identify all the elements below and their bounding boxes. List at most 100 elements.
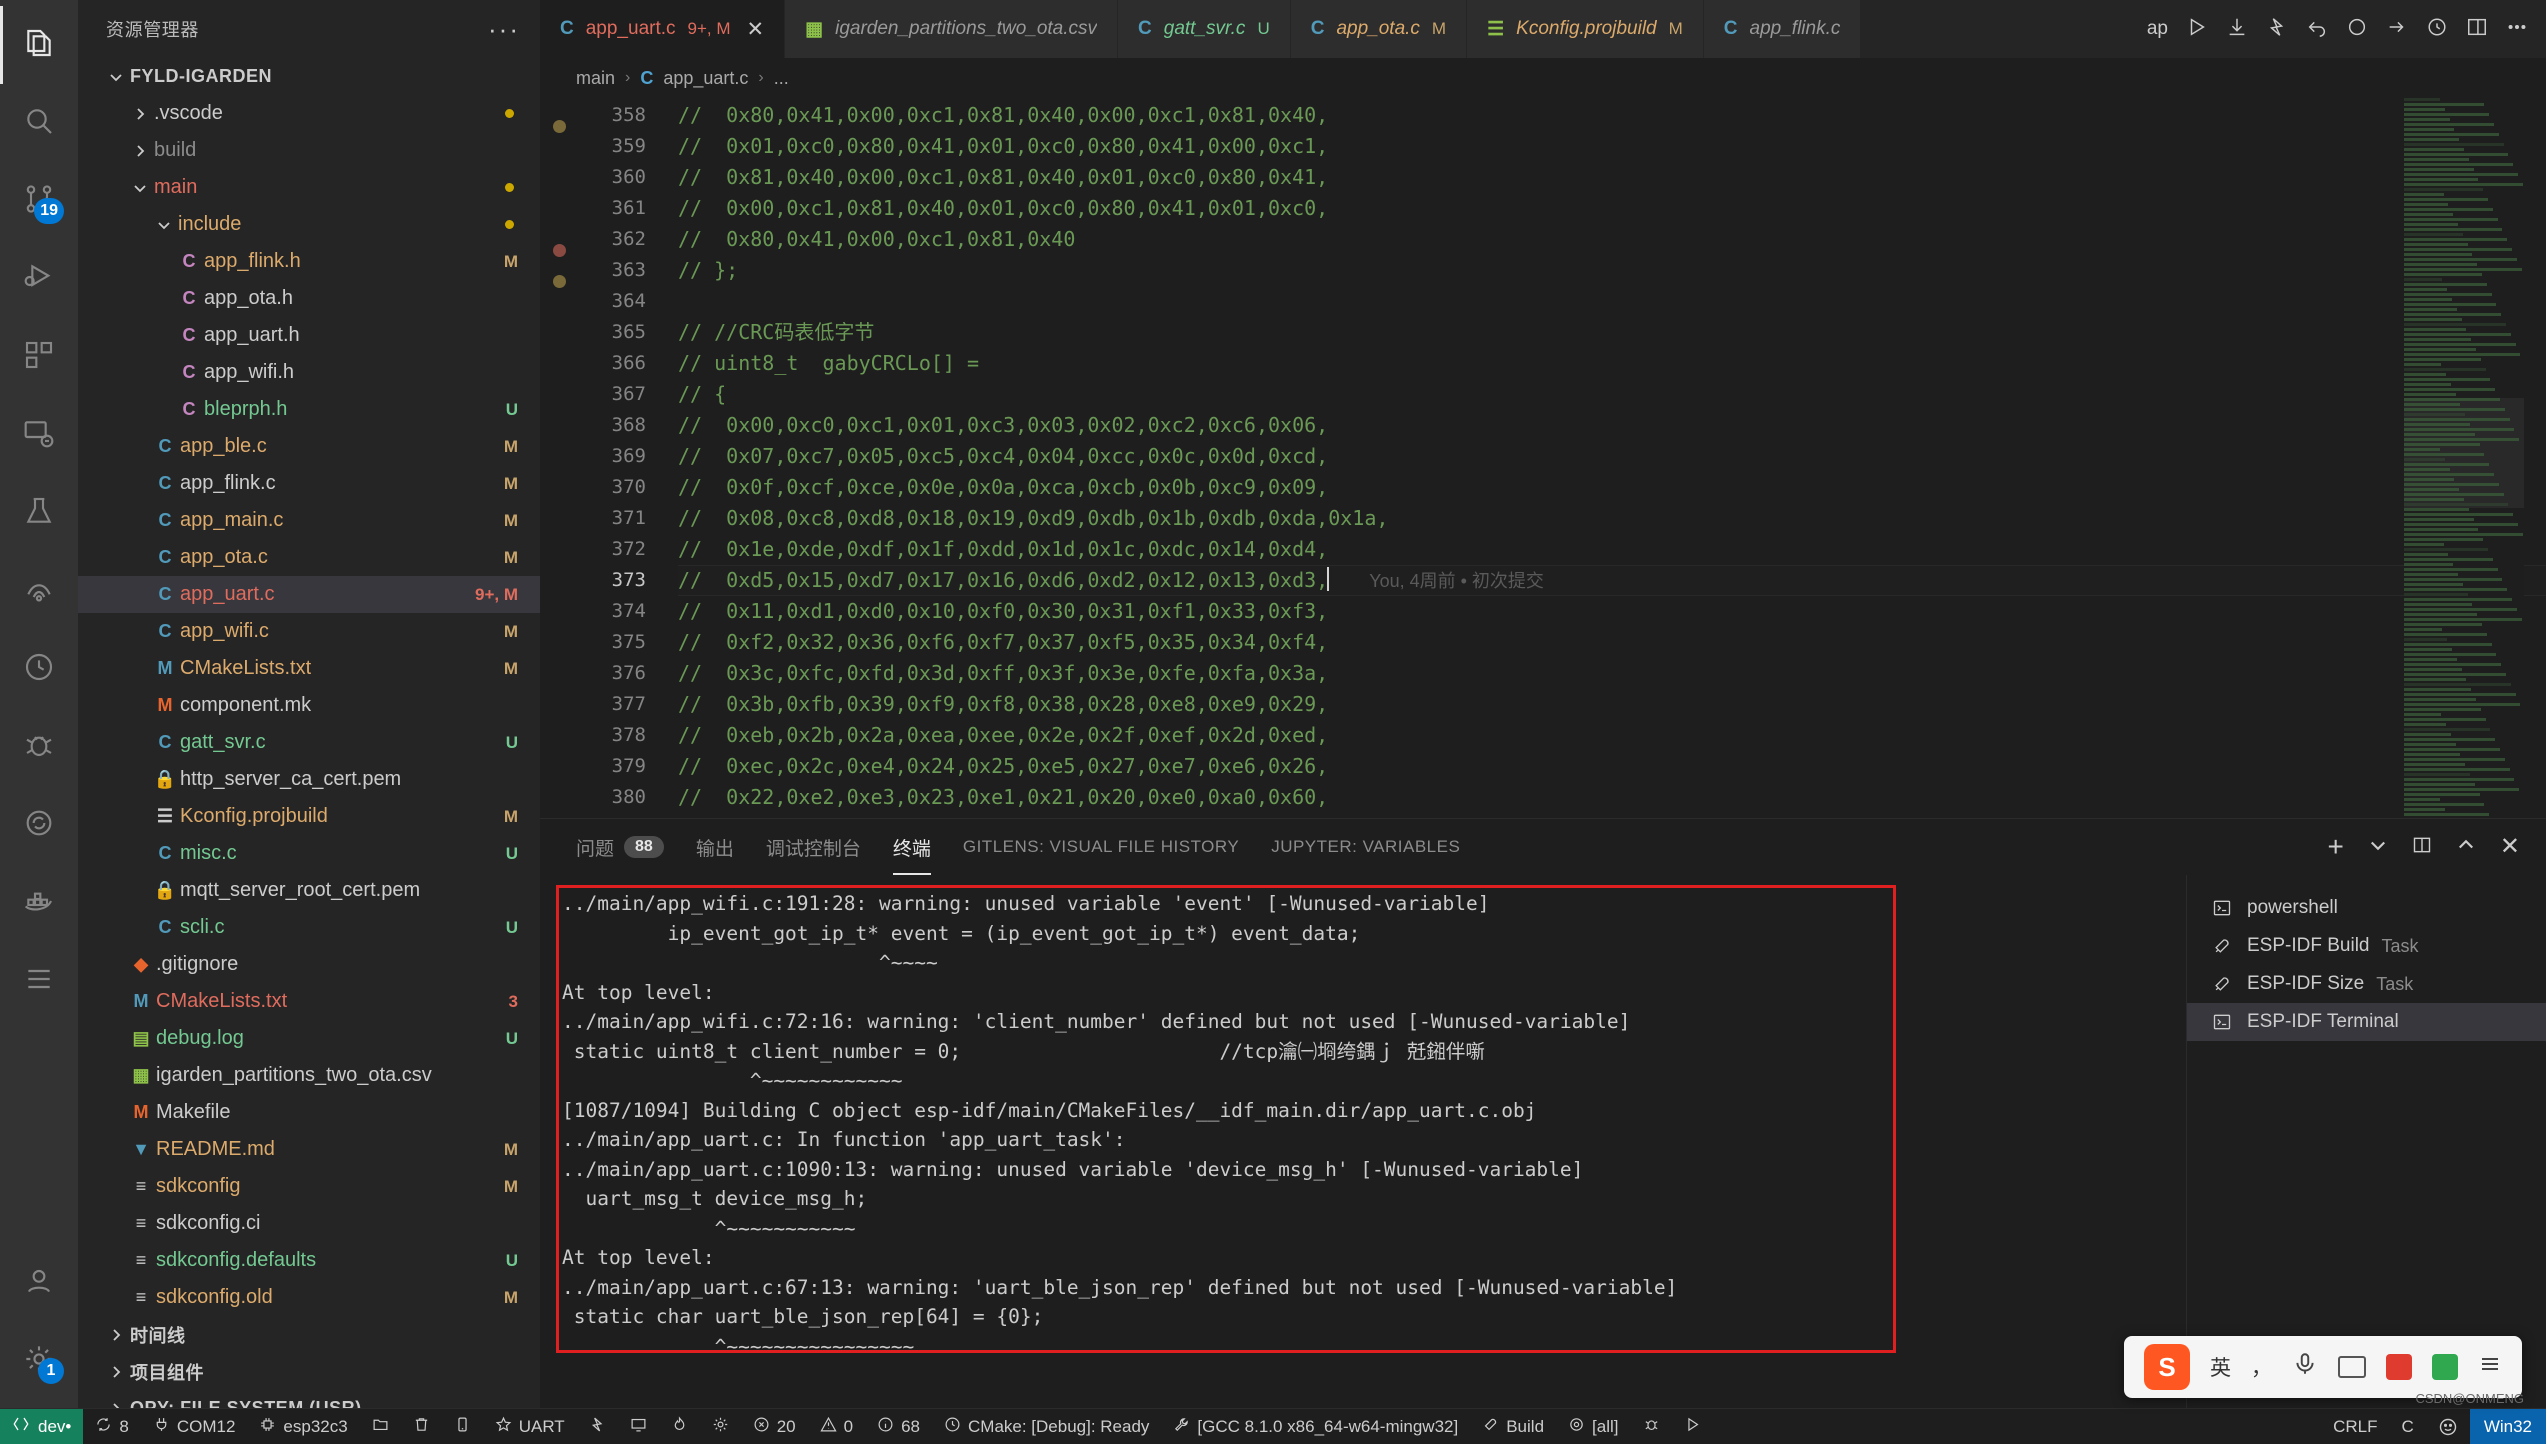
editor-tab-app-ota-c[interactable]: Capp_ota.c M [1290,0,1468,58]
code-line[interactable]: // 0x80,0x41,0x00,0xc1,0x81,0x40 [678,224,2546,255]
chevron-right-icon[interactable] [102,1327,130,1343]
code-line[interactable]: // 0x61,0xa1,0x63,0xa3,0xa2,0x62,0x66,0x… [678,813,2546,818]
code-editor[interactable]: 358 359 360 361 362 363 364 365 366 367 368 369 370 3… [540,98,2546,818]
tree-root-fyld-igarden[interactable]: FYLD-IGARDEN [78,58,540,95]
activity-item-clock[interactable] [0,630,78,708]
activity-item-source-control[interactable]: 19 [0,162,78,240]
tree-item-makefile[interactable]: M Makefile [78,1094,540,1131]
tree-item-component-mk[interactable]: Mcomponent.mk [78,687,540,724]
breadcrumb-file[interactable]: app_uart.c [663,68,748,89]
breadcrumb[interactable]: main › C app_uart.c › ... [540,58,2546,98]
status-item-20[interactable]: 20 [741,1409,808,1444]
status-item-debug-icon[interactable] [1631,1409,1672,1444]
code-line[interactable]: // 0xeb,0x2b,0x2a,0xea,0xee,0x2e,0x2f,0x… [678,720,2546,751]
keyboard-icon[interactable] [2338,1356,2366,1378]
status-language-mode[interactable]: C [2390,1409,2426,1444]
ime-language-toggle[interactable]: 英 [2210,1352,2231,1382]
tree-item-app-wifi-c[interactable]: Capp_wifi.c M [78,613,540,650]
panel-tab--[interactable]: 终端 [892,819,931,875]
activity-item-espressif[interactable] [0,552,78,630]
status-item-flash-icon[interactable] [577,1409,618,1444]
terminal-item-powershell[interactable]: powershell [2187,889,2546,927]
arrow-icon[interactable] [2386,16,2408,43]
menu-icon[interactable] [2478,1352,2502,1382]
status-item-flame-icon[interactable] [659,1409,700,1444]
tree-item-app-flink-c[interactable]: Capp_flink.c M [78,465,540,502]
tree-item-http-server-ca-cert-pem[interactable]: 🔒 http_server_ca_cert.pem [78,761,540,798]
tree-item-cmakelists-txt[interactable]: M CMakeLists.txt 3 [78,983,540,1020]
panel-tab-gitlens-visual-file-history[interactable]: GITLENS: VISUAL FILE HISTORY [963,819,1239,875]
status-item-esp32c3[interactable]: esp32c3 [247,1409,359,1444]
panel-tab--[interactable]: 问题 88 [576,819,664,875]
tree-item-bleprph-h[interactable]: Cbleprph.h U [78,391,540,428]
download-icon[interactable] [2226,16,2248,43]
editor-tab-app-flink-c[interactable]: Capp_flink.c [1703,0,1862,58]
tree-item-scli-c[interactable]: Cscli.c U [78,909,540,946]
code-line[interactable]: // 0x0f,0xcf,0xce,0x0e,0x0a,0xca,0xcb,0x… [678,472,2546,503]
status-item-build[interactable]: Build [1470,1409,1556,1444]
tree-item-app-flink-h[interactable]: Capp_flink.h M [78,243,540,280]
code-line[interactable]: // 0x22,0xe2,0xe3,0x23,0xe1,0x21,0x20,0x… [678,782,2546,813]
status-item-0[interactable]: 0 [808,1409,865,1444]
sidebar-more-actions[interactable]: ··· [488,14,520,45]
chevron-right-icon[interactable] [102,1401,130,1408]
tree-item-readme-md[interactable]: ▼ README.md M [78,1131,540,1168]
minimap[interactable] [2404,98,2524,818]
status-item-uart[interactable]: UART [483,1409,577,1444]
status-item--gcc-8-1-0-x86-64-w64-mingw32-[interactable]: [GCC 8.1.0 x86_64-w64-mingw32] [1161,1409,1470,1444]
editor-tab-gatt-svr-c[interactable]: Cgatt_svr.c U [1118,0,1291,58]
ime-punctuation-toggle[interactable]: ， [2251,1352,2272,1382]
panel-tab-jupyter-variables[interactable]: JUPYTER: VARIABLES [1271,819,1460,875]
status-item-play-icon[interactable] [1672,1409,1713,1444]
tree-item-sdkconfig-ci[interactable]: ≡ sdkconfig.ci [78,1205,540,1242]
ap-label[interactable]: ap [2147,18,2168,40]
tree-item-debug-log[interactable]: ▤ debug.log U [78,1020,540,1057]
file-tree[interactable]: FYLD-IGARDEN .vscode build main include Capp… [78,58,540,1408]
play-icon[interactable] [2186,16,2208,43]
tree-section-qpy-file-system-usr-[interactable]: QPY: FILE SYSTEM (USR) [78,1390,540,1408]
tree-item-build[interactable]: build [78,132,540,169]
toolbox-icon[interactable] [2386,1354,2412,1380]
code-content[interactable]: // 0x80,0x41,0x00,0xc1,0x81,0x40,0x00,0x… [650,98,2546,818]
tree-section--[interactable]: 时间线 [78,1316,540,1353]
status-item-monitor-icon[interactable] [618,1409,659,1444]
ime-toolbar[interactable]: S 英 ， [2124,1336,2522,1398]
activity-item-testing[interactable] [0,474,78,552]
activity-item-run-debug[interactable] [0,240,78,318]
tree-item-sdkconfig-old[interactable]: ≡ sdkconfig.old M [78,1279,540,1316]
activity-item-explorer[interactable] [0,6,78,84]
status-platform[interactable]: Win32 [2469,1408,2546,1444]
tree-item-app-ota-c[interactable]: Capp_ota.c M [78,539,540,576]
editor-tab-app-uart-c[interactable]: Capp_uart.c 9+, M ✕ [540,0,786,58]
terminal-item-esp-idf-terminal[interactable]: ESP-IDF Terminal [2187,1003,2546,1041]
editor-tab-igarden-partitions-two-ota-csv[interactable]: ▦ igarden_partitions_two_ota.csv [785,0,1119,58]
breadcrumb-main[interactable]: main [576,68,615,89]
tree-item-app-uart-c[interactable]: Capp_uart.c 9+, M [78,576,540,613]
terminal-output[interactable]: ../main/app_wifi.c:191:28: warning: unus… [540,875,2186,1408]
tree-item-misc-c[interactable]: Cmisc.c U [78,835,540,872]
code-line[interactable]: // 0x00,0xc0,0xc1,0x01,0xc3,0x03,0x02,0x… [678,410,2546,441]
maximize-panel-icon[interactable] [2456,835,2476,860]
breadcrumb-symbol[interactable]: ... [774,68,789,89]
tree-item-igarden-partitions-two-ota-csv[interactable]: ▦ igarden_partitions_two_ota.csv [78,1057,540,1094]
monitor-icon[interactable] [2426,16,2448,43]
chevron-down-icon[interactable] [2368,835,2388,860]
activity-item-todo-list[interactable] [0,942,78,1020]
tree-item-main[interactable]: main [78,169,540,206]
status-item-68[interactable]: 68 [865,1409,932,1444]
tree-item-gatt-svr-c[interactable]: Cgatt_svr.c U [78,724,540,761]
circle-icon[interactable] [2346,16,2368,43]
tree-item--gitignore[interactable]: ◆ .gitignore [78,946,540,983]
tree-item-app-ble-c[interactable]: Capp_ble.c M [78,428,540,465]
flash-icon[interactable] [2266,16,2288,43]
code-line[interactable]: // 0x11,0xd1,0xd0,0x10,0xf0,0x30,0x31,0x… [678,596,2546,627]
status-smiley-icon[interactable] [2426,1409,2470,1444]
editor-tab-kconfig-projbuild[interactable]: ☰ Kconfig.projbuild M [1467,0,1704,58]
code-line[interactable] [678,286,2546,317]
split-editor-icon[interactable] [2466,16,2488,43]
tree-item--vscode[interactable]: .vscode [78,95,540,132]
activity-item-sync[interactable] [0,786,78,864]
tree-item-app-uart-h[interactable]: Capp_uart.h [78,317,540,354]
activity-item-docker[interactable] [0,864,78,942]
code-line[interactable]: // 0x00,0xc1,0x81,0x40,0x01,0xc0,0x80,0x… [678,193,2546,224]
